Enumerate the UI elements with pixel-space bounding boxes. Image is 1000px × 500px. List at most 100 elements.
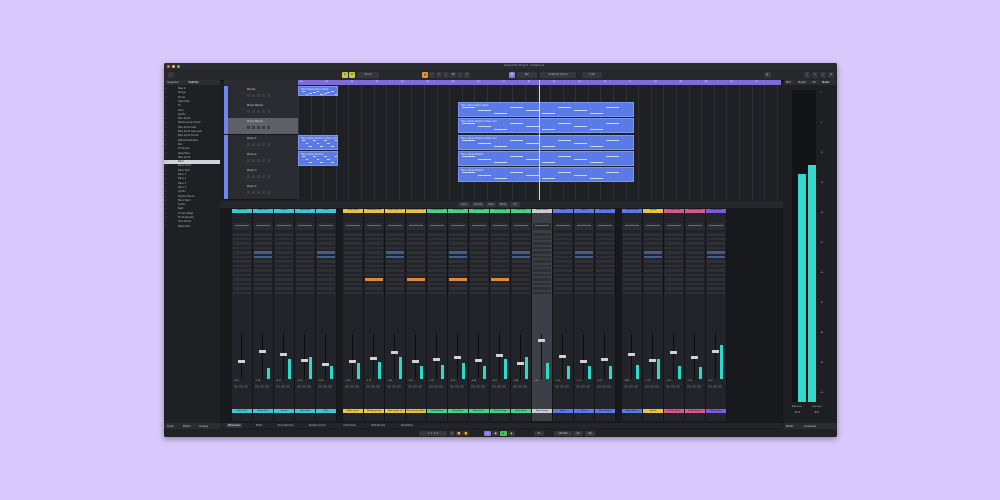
channel-strip[interactable]: Piano -5.50 Piano [553, 209, 574, 421]
track-write-button[interactable] [262, 110, 265, 113]
insert-slot[interactable] [365, 233, 383, 236]
channel-name[interactable]: Piano [574, 409, 594, 413]
volume-readout[interactable]: -5.50 [555, 380, 560, 382]
channel-mute-button[interactable] [555, 385, 559, 388]
eq-curve[interactable] [491, 223, 509, 230]
insert-slot[interactable] [707, 264, 725, 268]
insert-slot[interactable] [623, 233, 641, 236]
volume-fader[interactable] [370, 357, 377, 361]
volume-readout[interactable]: -5.70 [687, 380, 692, 382]
send-slot[interactable] [428, 282, 446, 286]
insert-slot[interactable] [644, 255, 662, 259]
eq-curve[interactable] [644, 223, 662, 230]
tempo-display[interactable]: 120.000 [554, 430, 572, 436]
send-slot[interactable] [623, 282, 641, 286]
position-display[interactable]: 1. 1. 1. 0 [419, 430, 447, 436]
volume-readout[interactable]: 0.00 [534, 380, 538, 382]
lower-zone-tab[interactable]: Drum Machine [276, 423, 296, 428]
channel-name[interactable]: Piano Store [511, 409, 531, 413]
channel-name[interactable]: Kicks [316, 409, 336, 413]
track-solo-button[interactable] [252, 126, 255, 129]
track-header[interactable]: Piano 4 [224, 183, 298, 200]
send-slot[interactable] [533, 287, 551, 290]
insert-slot[interactable] [512, 246, 530, 250]
insert-slot[interactable] [665, 269, 683, 272]
insert-slot[interactable] [707, 246, 725, 250]
send-slot[interactable] [254, 282, 272, 286]
insert-slot[interactable] [707, 237, 725, 241]
channel-name[interactable]: Master Bus [706, 409, 726, 413]
range-tool[interactable]: ⊥ [429, 71, 435, 78]
tab-inspector[interactable]: Inspector [167, 81, 179, 84]
channel-mute-button[interactable] [345, 385, 349, 388]
track-name[interactable]: Piano Stems [247, 104, 263, 107]
bar-display[interactable]: 97 [534, 430, 544, 436]
lower-zone-tab[interactable]: MIDI Remote [369, 423, 387, 428]
channel-listen-button[interactable] [286, 385, 290, 388]
insert-slot[interactable] [407, 269, 425, 272]
send-slot[interactable] [344, 278, 362, 281]
minimize-window-icon[interactable] [172, 64, 175, 68]
insert-slot[interactable] [623, 237, 641, 241]
channel-solo-button[interactable] [581, 385, 585, 388]
channel-name[interactable]: Main Synth Ld [385, 409, 405, 413]
track-name[interactable]: Piano Stems [247, 120, 263, 123]
grid-type-select[interactable]: Adapt to Zoom [540, 71, 576, 78]
send-slot[interactable] [596, 278, 614, 281]
send-slot[interactable] [365, 278, 383, 281]
insert-slot[interactable] [512, 255, 530, 259]
volume-readout[interactable]: -7.12 [576, 380, 581, 382]
insert-slot[interactable] [644, 242, 662, 245]
insert-slot[interactable] [317, 255, 335, 259]
insert-slot[interactable] [665, 242, 683, 245]
channel-name[interactable]: Deep Bass [448, 409, 468, 413]
send-slot[interactable] [428, 278, 446, 281]
volume-fader[interactable] [454, 355, 461, 359]
insert-slot[interactable] [554, 264, 572, 268]
volume-readout[interactable]: -9.02 [408, 380, 413, 382]
insert-slot[interactable] [686, 269, 704, 272]
channel-strip[interactable]: Kicks -10.4 Kicks [316, 209, 337, 421]
channel-top-label[interactable]: FX Vox Delay [664, 209, 684, 213]
eq-curve[interactable] [428, 223, 446, 230]
volume-fader[interactable] [601, 358, 608, 362]
volume-readout[interactable]: -3.02 [666, 380, 671, 382]
eq-curve[interactable] [386, 223, 404, 230]
insert-slot[interactable] [428, 237, 446, 241]
insert-slot[interactable] [428, 251, 446, 254]
send-slot[interactable] [623, 287, 641, 290]
lower-zone-tab[interactable]: Sample Control [307, 423, 328, 428]
track-mute-button[interactable] [247, 94, 250, 97]
channel-mute-button[interactable] [234, 385, 238, 388]
send-slot[interactable] [533, 273, 551, 277]
send-slot[interactable] [533, 282, 551, 286]
channel-mute-button[interactable] [687, 385, 691, 388]
send-slot[interactable] [686, 273, 704, 277]
eq-curve[interactable] [512, 223, 530, 230]
insert-slot[interactable] [596, 255, 614, 259]
send-slot[interactable] [317, 287, 335, 290]
channel-strip[interactable]: FX Ambience -7.81 FX Ambience [427, 209, 448, 421]
snap-type-select[interactable]: Bar [517, 71, 537, 78]
send-slot[interactable] [407, 287, 425, 290]
track-mute-button[interactable] [247, 159, 250, 162]
send-slot[interactable] [533, 291, 551, 295]
insert-slot[interactable] [686, 237, 704, 241]
send-slot[interactable] [233, 278, 251, 281]
channel-name[interactable]: Warbling Lead [364, 409, 384, 413]
track-solo-button[interactable] [252, 175, 255, 178]
send-slot[interactable] [707, 282, 725, 286]
insert-slot[interactable] [254, 242, 272, 245]
snap-toggle[interactable]: ⊞ [509, 71, 515, 78]
zoom-tool[interactable]: ⌕ [457, 71, 463, 78]
insert-slot[interactable] [386, 251, 404, 254]
send-slot[interactable] [665, 278, 683, 281]
mute-tool[interactable]: ✕ [464, 71, 470, 78]
volume-fader[interactable] [475, 359, 482, 363]
insert-slot[interactable] [533, 260, 551, 263]
insert-slot[interactable] [665, 260, 683, 263]
send-slot[interactable] [470, 282, 488, 286]
insert-slot[interactable] [491, 269, 509, 272]
volume-fader[interactable] [259, 349, 266, 353]
insert-slot[interactable] [296, 233, 314, 236]
